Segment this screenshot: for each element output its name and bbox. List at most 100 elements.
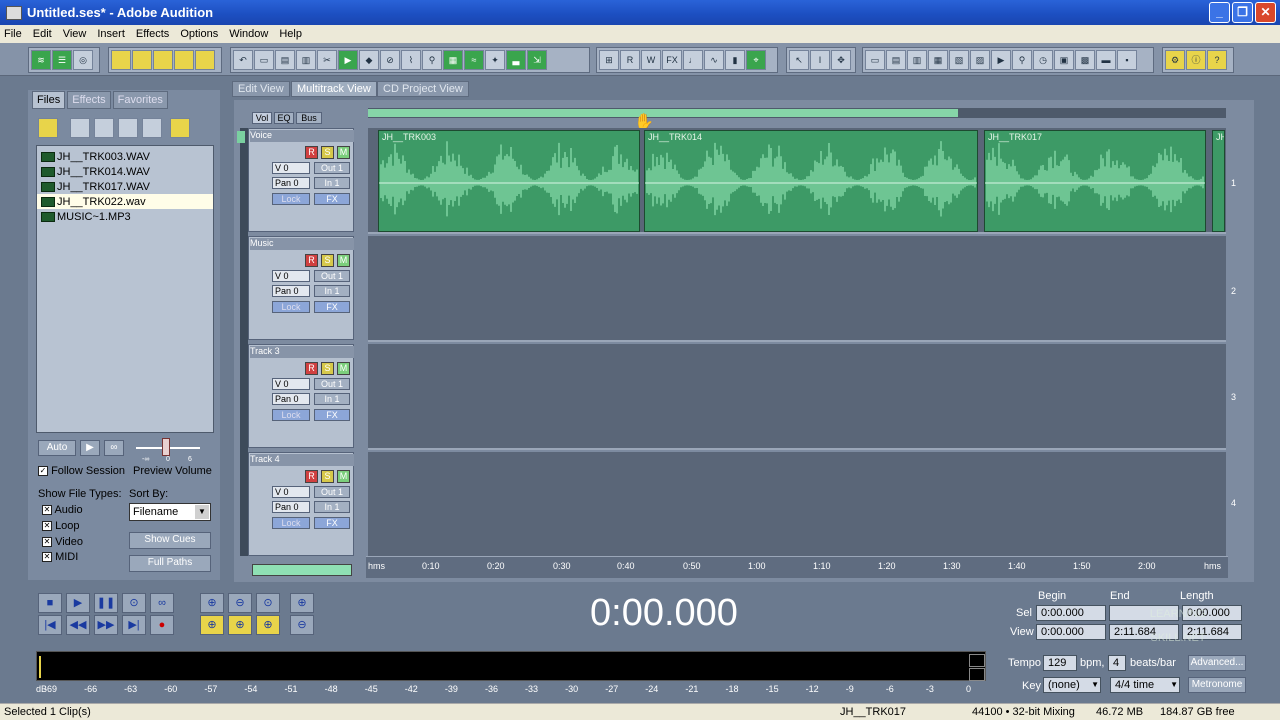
record-arm-button[interactable]: R: [305, 146, 318, 159]
volume-field[interactable]: V 0: [272, 162, 310, 174]
minimize-button[interactable]: _: [1209, 2, 1230, 23]
loop-preview-button[interactable]: ∞: [104, 440, 124, 456]
record-icon[interactable]: ⚲: [422, 50, 442, 70]
tab-effects[interactable]: Effects: [67, 91, 111, 109]
lock-button[interactable]: Lock: [272, 193, 310, 205]
window-icon-6[interactable]: ▨: [970, 50, 990, 70]
audio-clip[interactable]: JH__TRK017: [984, 130, 1206, 232]
audio-clip[interactable]: JH: [1212, 130, 1225, 232]
mute-button[interactable]: M: [337, 362, 350, 375]
open-file-icon[interactable]: [132, 50, 152, 70]
mute-button[interactable]: M: [337, 470, 350, 483]
options-icon[interactable]: [170, 118, 190, 138]
zoom-out-vertical-icon[interactable]: ⊖: [290, 615, 314, 635]
window-icon-13[interactable]: ▪: [1117, 50, 1137, 70]
close-button[interactable]: ✕: [1255, 2, 1276, 23]
zoom-left-icon[interactable]: ⊕: [200, 615, 224, 635]
output-button[interactable]: Out 1: [314, 378, 350, 390]
menu-edit[interactable]: Edit: [33, 28, 52, 40]
input-button[interactable]: In 1: [314, 393, 350, 405]
record-arm-button[interactable]: R: [305, 470, 318, 483]
time-signature-select[interactable]: 4/4 time ▼: [1110, 677, 1180, 693]
window-icon-8[interactable]: ⚲: [1012, 50, 1032, 70]
solo-button[interactable]: S: [321, 146, 334, 159]
fx-button[interactable]: FX: [314, 409, 350, 421]
menu-view[interactable]: View: [63, 28, 87, 40]
tab-files[interactable]: Files: [32, 91, 66, 109]
stop-button[interactable]: ■: [38, 593, 62, 613]
menu-effects[interactable]: Effects: [136, 28, 169, 40]
menu-help[interactable]: Help: [279, 28, 302, 40]
tab-eq[interactable]: EQ: [274, 112, 294, 124]
checkbox[interactable]: ✓: [38, 466, 48, 477]
volume-field[interactable]: V 0: [272, 378, 310, 390]
mix-paste-icon[interactable]: ▥: [296, 50, 316, 70]
tab-multitrack-view[interactable]: Multitrack View: [291, 81, 377, 97]
save-as-icon[interactable]: [195, 50, 215, 70]
marker-icon[interactable]: ▮: [725, 50, 745, 70]
paste-icon[interactable]: ▤: [275, 50, 295, 70]
tab-vol[interactable]: Vol: [252, 112, 272, 124]
window-icon-1[interactable]: ▭: [865, 50, 885, 70]
zoom-full-icon[interactable]: ⊙: [256, 593, 280, 613]
mute-button[interactable]: M: [337, 254, 350, 267]
list-item[interactable]: JH__TRK017.WAV: [37, 179, 213, 194]
show-cues-button[interactable]: Show Cues: [129, 532, 211, 549]
fx-button[interactable]: FX: [314, 517, 350, 529]
rewind-button[interactable]: ◀◀: [66, 615, 90, 635]
window-icon-7[interactable]: ▶: [991, 50, 1011, 70]
window-icon-2[interactable]: ▤: [886, 50, 906, 70]
solo-button[interactable]: S: [321, 254, 334, 267]
auto-button[interactable]: Auto: [38, 440, 76, 456]
track-name[interactable]: Track 4: [250, 454, 354, 466]
snap-icon[interactable]: ⌖: [746, 50, 766, 70]
pan-field[interactable]: Pan 0: [272, 285, 310, 297]
sel-begin-field[interactable]: 0:00.000: [1036, 605, 1106, 621]
go-to-end-button[interactable]: ▶|: [122, 615, 146, 635]
zoom-out-horizontal-icon[interactable]: ⊖: [228, 593, 252, 613]
track-name[interactable]: Voice: [250, 130, 354, 142]
pause-button[interactable]: ❚❚: [94, 593, 118, 613]
pan-field[interactable]: Pan 0: [272, 177, 310, 189]
move-tool-icon[interactable]: ✥: [831, 50, 851, 70]
multitrack-view-icon[interactable]: ☰: [52, 50, 72, 70]
pan-field[interactable]: Pan 0: [272, 393, 310, 405]
envelope-icon[interactable]: ⌇: [401, 50, 421, 70]
window-icon-10[interactable]: ▣: [1054, 50, 1074, 70]
help-icon[interactable]: ?: [1207, 50, 1227, 70]
full-paths-button[interactable]: Full Paths: [129, 555, 211, 572]
menu-window[interactable]: Window: [229, 28, 268, 40]
mute-icon[interactable]: ⊘: [380, 50, 400, 70]
volume-field[interactable]: V 0: [272, 486, 310, 498]
loop-button[interactable]: ∞: [150, 593, 174, 613]
track-name[interactable]: Music: [250, 238, 354, 250]
chevron-down-icon[interactable]: ▼: [1091, 678, 1099, 692]
list-item[interactable]: MUSIC~1.MP3: [37, 209, 213, 224]
window-icon-5[interactable]: ▧: [949, 50, 969, 70]
insert-file-icon[interactable]: [142, 118, 162, 138]
input-button[interactable]: In 1: [314, 177, 350, 189]
solo-button[interactable]: S: [321, 470, 334, 483]
lock-button[interactable]: Lock: [272, 517, 310, 529]
menu-options[interactable]: Options: [180, 28, 218, 40]
import-file-icon[interactable]: [38, 118, 58, 138]
new-file-icon[interactable]: [111, 50, 131, 70]
clip-indicator[interactable]: [969, 654, 985, 667]
output-button[interactable]: Out 1: [314, 270, 350, 282]
open-append-icon[interactable]: [153, 50, 173, 70]
settings-icon[interactable]: ⚙: [1165, 50, 1185, 70]
undo-icon[interactable]: ↶: [233, 50, 253, 70]
loop-icon[interactable]: ∿: [704, 50, 724, 70]
mix-icon[interactable]: ▃: [506, 50, 526, 70]
maximize-button[interactable]: ❐: [1232, 2, 1253, 23]
menu-insert[interactable]: Insert: [97, 28, 125, 40]
audio-clip[interactable]: JH__TRK003: [378, 130, 640, 232]
hybrid-tool-icon[interactable]: ↖: [789, 50, 809, 70]
output-button[interactable]: Out 1: [314, 162, 350, 174]
clip-indicator[interactable]: [969, 668, 985, 681]
save-icon[interactable]: [174, 50, 194, 70]
track-lane-2[interactable]: [368, 236, 1226, 342]
go-to-start-button[interactable]: |◀: [38, 615, 62, 635]
group-icon[interactable]: ▦: [443, 50, 463, 70]
chevron-down-icon[interactable]: ▼: [195, 505, 209, 519]
